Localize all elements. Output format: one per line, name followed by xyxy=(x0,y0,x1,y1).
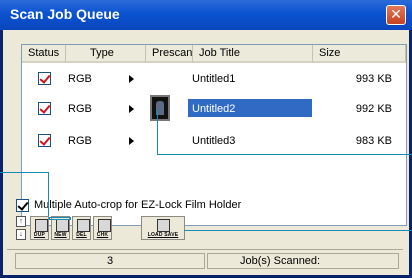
column-header-status[interactable]: Status xyxy=(22,45,66,63)
row-type: RGB xyxy=(68,103,92,115)
duplicate-label: DUP xyxy=(33,232,46,238)
new-label: NEW xyxy=(54,232,67,238)
queue-order-stepper[interactable]: ↑ ↓ xyxy=(16,216,26,240)
prescan-thumbnail[interactable] xyxy=(150,95,170,121)
expand-arrow-icon[interactable] xyxy=(129,137,134,145)
column-header-size[interactable]: Size xyxy=(313,45,406,63)
window-client: Status Type Prescan Job Title Size RGB U… xyxy=(3,30,409,275)
load-save-label: LOAD SAVE xyxy=(147,232,179,238)
status-checkbox[interactable] xyxy=(38,72,51,85)
expand-arrow-icon[interactable] xyxy=(129,75,134,83)
column-header-prescan[interactable]: Prescan xyxy=(146,45,193,63)
scan-job-queue-window: Scan Job Queue ✕ Status Type Prescan Job… xyxy=(0,0,412,278)
expand-arrow-icon[interactable] xyxy=(129,105,134,113)
move-down-button[interactable]: ↓ xyxy=(16,229,26,240)
delete-label: DEL xyxy=(76,232,87,238)
callout-line-left-foot xyxy=(49,217,71,220)
move-up-button[interactable]: ↑ xyxy=(16,216,26,227)
row-type: RGB xyxy=(68,73,92,85)
trash-icon xyxy=(77,219,90,232)
window-title: Scan Job Queue xyxy=(10,6,120,22)
row-size: 993 KB xyxy=(355,73,392,85)
column-header-type[interactable]: Type xyxy=(66,45,146,63)
callout-line-left xyxy=(0,172,48,173)
table-row-selected[interactable]: RGB Untitled2 992 KB xyxy=(22,95,406,123)
title-bar[interactable]: Scan Job Queue ✕ xyxy=(0,0,412,30)
load-save-button[interactable]: LOAD SAVE xyxy=(141,216,185,240)
status-checkbox[interactable] xyxy=(38,134,51,147)
check-button[interactable]: CHK xyxy=(93,216,112,240)
callout-line-load-save xyxy=(184,230,412,231)
floppy-icon xyxy=(157,219,170,232)
new-icon xyxy=(56,219,69,232)
duplicate-button[interactable]: DUP xyxy=(30,216,49,240)
callout-line-left-drop xyxy=(48,172,49,216)
auto-crop-checkbox[interactable] xyxy=(16,199,29,212)
row-size: 983 KB xyxy=(355,135,392,147)
duplicate-icon xyxy=(35,219,48,232)
row-size: 992 KB xyxy=(355,103,392,115)
close-button[interactable]: ✕ xyxy=(386,5,406,25)
callout-line-thumbnail-right xyxy=(157,154,412,155)
table-row[interactable]: RGB Untitled3 983 KB xyxy=(22,129,406,155)
scanned-count: 3 xyxy=(15,253,205,269)
status-checkbox[interactable] xyxy=(38,102,51,115)
row-title[interactable]: Untitled1 xyxy=(192,73,235,85)
check-label: CHK xyxy=(96,232,109,238)
delete-button[interactable]: DEL xyxy=(72,216,91,240)
callout-line-thumbnail xyxy=(157,109,158,155)
scanned-label: Job(s) Scanned: xyxy=(207,253,399,269)
check-icon xyxy=(98,219,111,232)
row-type: RGB xyxy=(68,135,92,147)
auto-crop-label: Multiple Auto-crop for EZ-Lock Film Hold… xyxy=(34,199,242,211)
row-title[interactable]: Untitled3 xyxy=(192,135,235,147)
row-title[interactable]: Untitled2 xyxy=(192,103,235,115)
column-header-job-title[interactable]: Job Title xyxy=(193,45,313,63)
status-bar: 3 Job(s) Scanned: xyxy=(7,249,403,270)
table-row[interactable]: RGB Untitled1 993 KB xyxy=(22,67,406,93)
